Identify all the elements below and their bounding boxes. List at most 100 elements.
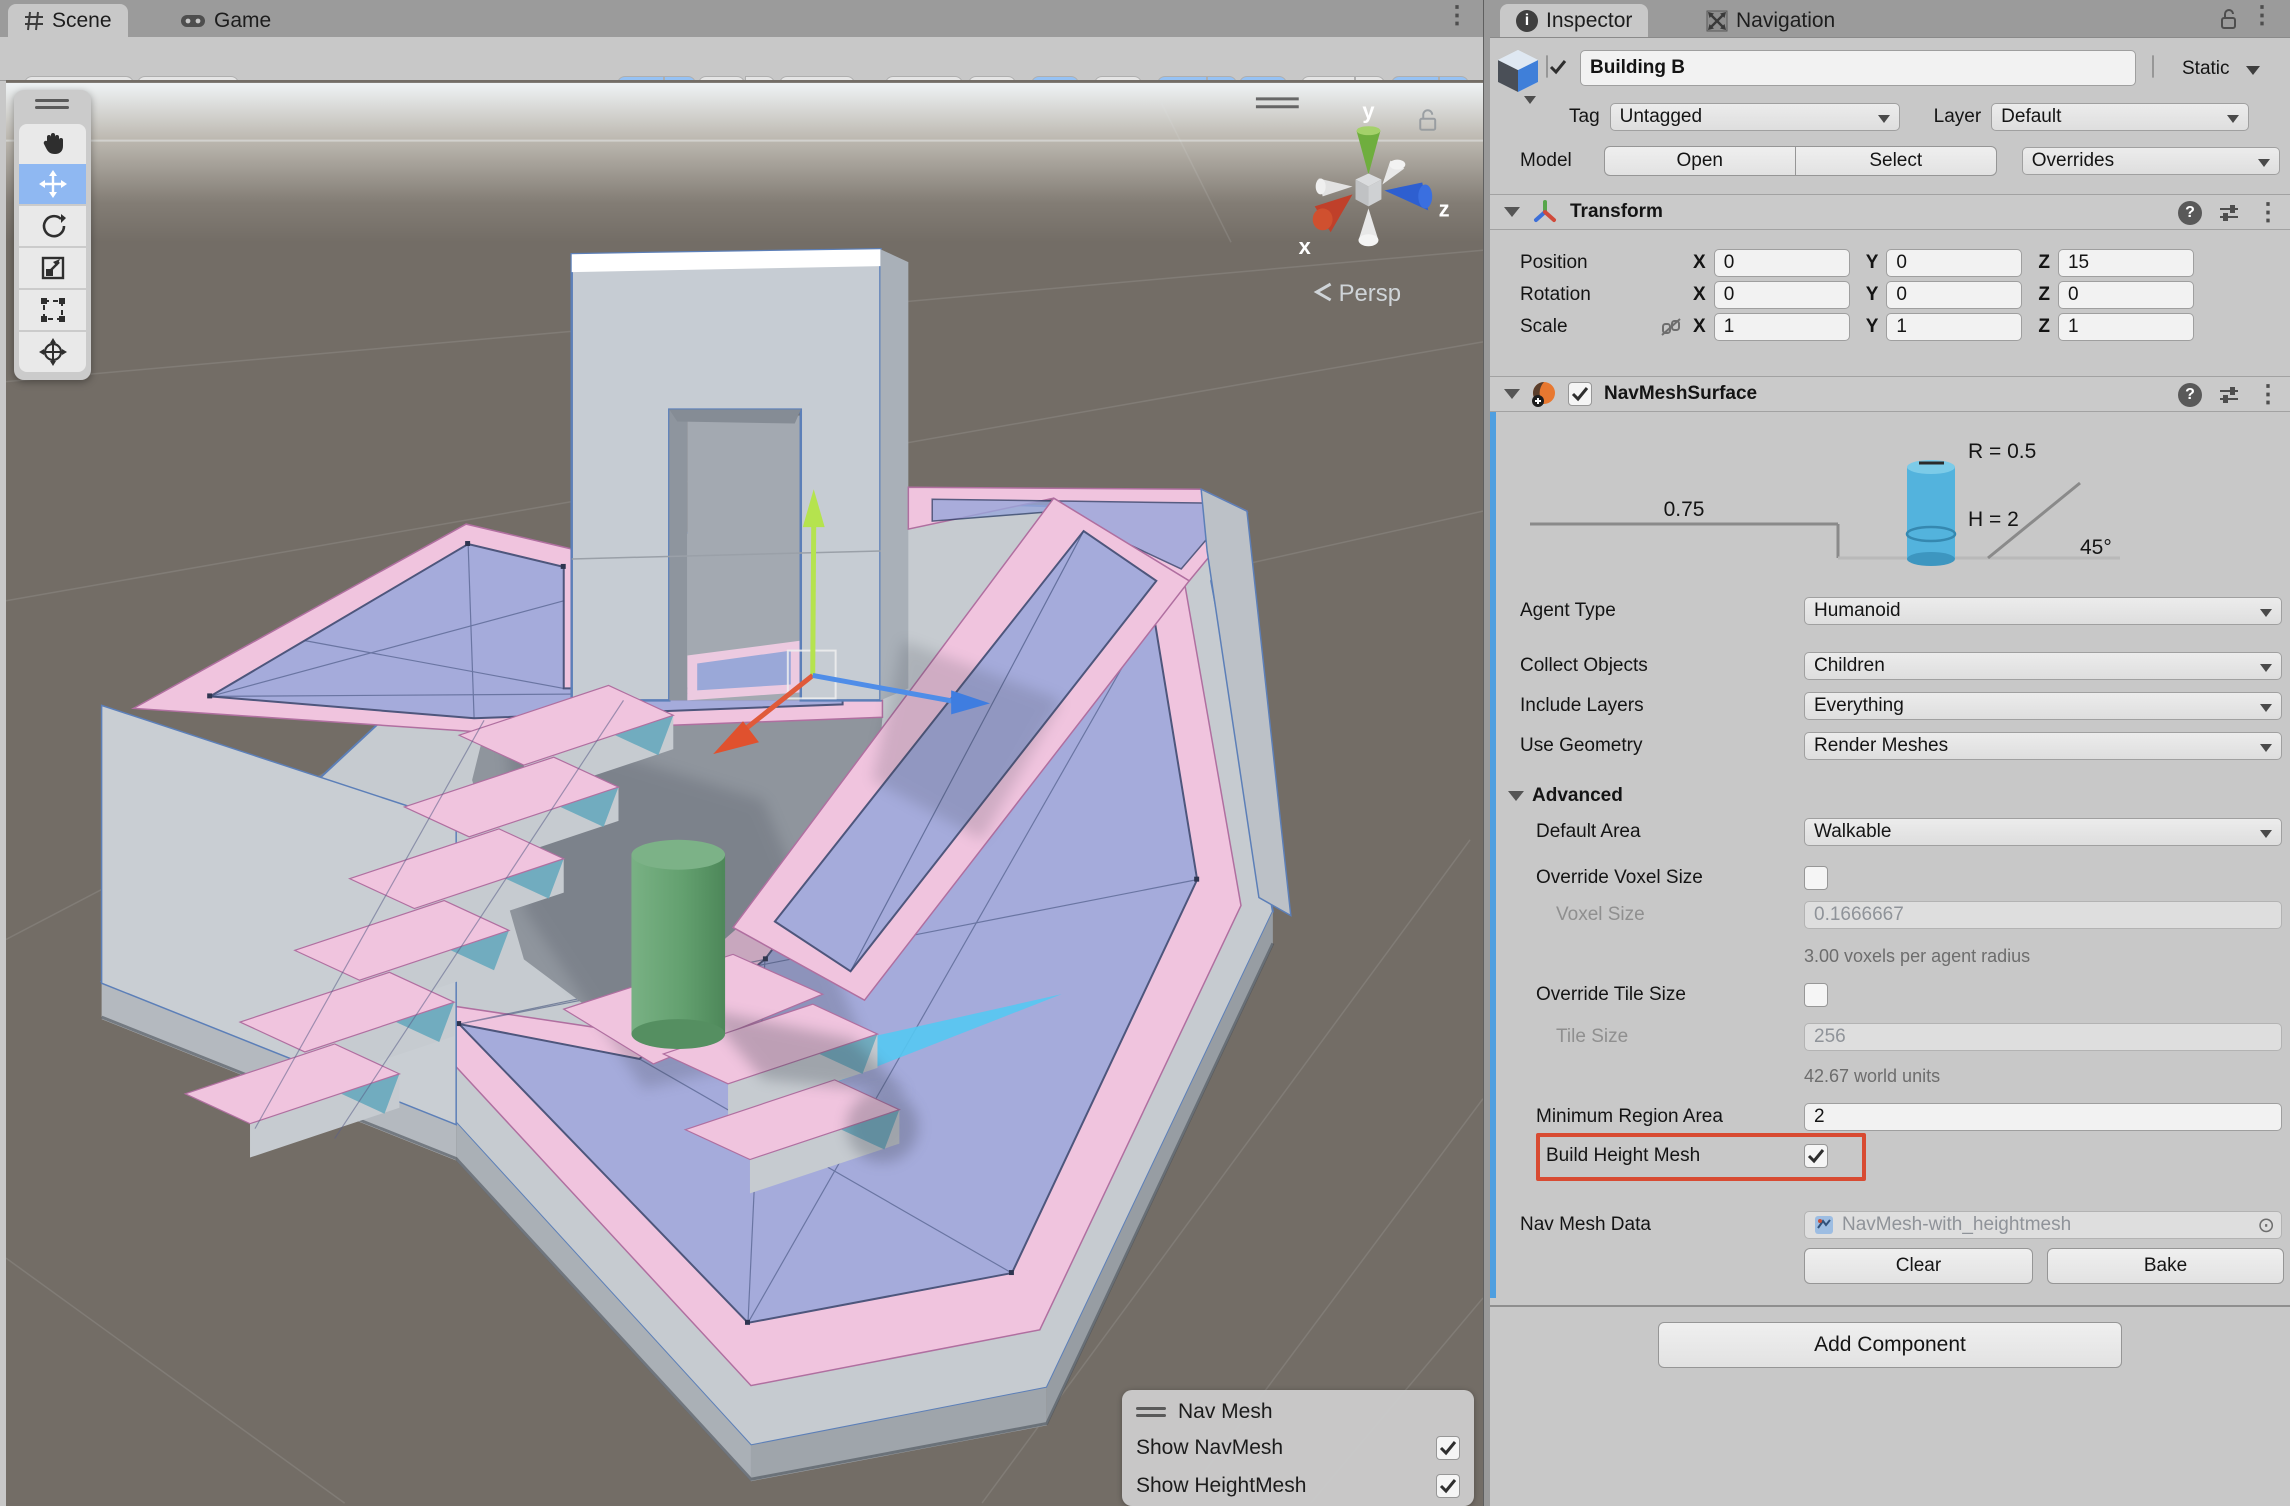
use-geometry-label: Use Geometry	[1520, 735, 1804, 757]
component-selection-bar	[1490, 376, 1496, 1298]
voxel-size-row: Voxel Size 0.1666667	[1556, 901, 2282, 929]
transform-foldout-icon[interactable]	[1504, 207, 1520, 217]
move-tool-button[interactable]	[19, 164, 86, 204]
add-component-button[interactable]: Add Component	[1658, 1322, 2122, 1368]
transform-icon	[39, 338, 67, 366]
axis-x-letter: X	[1693, 316, 1706, 338]
lock-icon[interactable]	[2220, 8, 2238, 30]
navmeshsurface-menu-icon[interactable]: ⋮	[2256, 384, 2280, 406]
prefab-icon[interactable]	[1496, 48, 1540, 104]
scale-tool-button[interactable]	[19, 248, 86, 288]
inspector-menu-icon[interactable]: ⋮	[2250, 5, 2274, 27]
scene-viewport[interactable]: y x z Persp	[6, 80, 1483, 1506]
tab-navigation[interactable]: Navigation	[1690, 4, 1851, 37]
bake-button[interactable]: Bake	[2047, 1248, 2284, 1284]
scale-y-field[interactable]: 1	[1886, 313, 2022, 341]
use-geometry-dropdown[interactable]: Render Meshes	[1804, 732, 2282, 760]
navmesh-data-field[interactable]: NavMesh-with_heightmesh ⊙	[1804, 1211, 2282, 1239]
scene-tabbar: Scene Game ⋮	[0, 0, 1483, 38]
tag-row: Tag Untagged Layer Default	[1569, 103, 2249, 131]
static-checkbox[interactable]	[2152, 55, 2154, 78]
tag-dropdown[interactable]: Untagged	[1610, 103, 1900, 131]
transform-title: Transform	[1570, 201, 1663, 223]
rect-icon	[40, 297, 66, 323]
hand-tool-button[interactable]	[19, 124, 86, 164]
model-label: Model	[1520, 150, 1572, 172]
scale-x-field[interactable]: 1	[1714, 313, 1850, 341]
presets-icon[interactable]	[2218, 384, 2240, 406]
advanced-foldout-icon[interactable]	[1508, 791, 1524, 801]
agent-type-dropdown[interactable]: Humanoid	[1804, 597, 2282, 625]
layer-label: Layer	[1934, 106, 1982, 128]
gameobject-active-checkbox[interactable]	[1546, 55, 1548, 78]
transform-menu-icon[interactable]: ⋮	[2256, 202, 2280, 224]
transform-header[interactable]: Transform ? ⋮	[1490, 194, 2290, 230]
collect-objects-label: Collect Objects	[1520, 655, 1804, 677]
gameobject-name-field[interactable]: Building B	[1580, 50, 2136, 86]
scale-z-field[interactable]: 1	[2058, 313, 2194, 341]
help-icon[interactable]: ?	[2178, 201, 2202, 225]
advanced-foldout[interactable]: Advanced	[1508, 785, 1623, 807]
collect-objects-dropdown[interactable]: Children	[1804, 652, 2282, 680]
axis-z-label[interactable]: z	[1439, 196, 1450, 221]
axis-z-letter: Z	[2038, 252, 2050, 274]
static-label: Static	[2182, 58, 2230, 80]
min-region-field[interactable]: 2	[1804, 1103, 2282, 1131]
rotation-x-field[interactable]: 0	[1714, 281, 1850, 309]
navmeshsurface-icon	[1530, 380, 1558, 408]
scene-menu-icon[interactable]: ⋮	[1445, 5, 1469, 27]
rotation-y-field[interactable]: 0	[1886, 281, 2022, 309]
tool-palette	[14, 90, 91, 380]
include-layers-dropdown[interactable]: Everything	[1804, 692, 2282, 720]
tile-size-label: Tile Size	[1556, 1026, 1804, 1048]
rotation-z-field[interactable]: 0	[2058, 281, 2194, 309]
navmeshsurface-header[interactable]: NavMeshSurface ? ⋮	[1490, 376, 2290, 412]
navmesh-data-label: Nav Mesh Data	[1520, 1214, 1804, 1236]
scene-toolbar: Center Local 2D	[0, 37, 1483, 81]
position-y-field[interactable]: 0	[1886, 249, 2022, 277]
show-navmesh-checkbox[interactable]	[1436, 1436, 1460, 1460]
model-open-button[interactable]: Open	[1604, 146, 1796, 176]
default-area-dropdown[interactable]: Walkable	[1804, 818, 2282, 846]
voxel-size-label: Voxel Size	[1556, 904, 1804, 926]
presets-icon[interactable]	[2218, 202, 2240, 224]
transform-tool-button[interactable]	[19, 332, 86, 372]
tab-game[interactable]: Game	[164, 4, 287, 37]
diagram-radius-label: R = 0.5	[1968, 440, 2036, 463]
tile-size-help: 42.67 world units	[1804, 1066, 1940, 1087]
clear-button[interactable]: Clear	[1804, 1248, 2033, 1284]
diagram-step-label: 0.75	[1664, 498, 1705, 521]
layer-dropdown[interactable]: Default	[1991, 103, 2249, 131]
navmeshsurface-enabled-checkbox[interactable]	[1568, 382, 1592, 406]
tile-size-field[interactable]: 256	[1804, 1023, 2282, 1051]
agent-type-label: Agent Type	[1520, 600, 1804, 622]
overrides-dropdown[interactable]: Overrides	[2022, 147, 2280, 175]
override-voxel-checkbox[interactable]	[1804, 866, 1828, 890]
axis-x-label[interactable]: x	[1299, 234, 1312, 259]
show-heightmesh-checkbox[interactable]	[1436, 1474, 1460, 1498]
navmeshsurface-foldout-icon[interactable]	[1504, 389, 1520, 399]
tab-scene[interactable]: Scene	[8, 4, 128, 37]
position-x-field[interactable]: 0	[1714, 249, 1850, 277]
min-region-label: Minimum Region Area	[1536, 1106, 1804, 1128]
rotate-tool-button[interactable]	[19, 206, 86, 246]
move-icon	[39, 170, 67, 198]
object-picker-icon[interactable]: ⊙	[2257, 1213, 2275, 1238]
help-icon[interactable]: ?	[2178, 383, 2202, 407]
rect-tool-button[interactable]	[19, 290, 86, 330]
scene-3d-render: y x z Persp	[6, 80, 1483, 1506]
axis-y-label[interactable]: y	[1362, 99, 1375, 124]
voxel-size-field[interactable]: 0.1666667	[1804, 901, 2282, 929]
tab-inspector[interactable]: i Inspector	[1500, 4, 1648, 37]
palette-handle[interactable]	[35, 99, 69, 109]
model-select-button[interactable]: Select	[1796, 146, 1997, 176]
constrain-proportions-icon[interactable]	[1660, 316, 1682, 338]
scale-label: Scale	[1520, 316, 1660, 338]
override-tile-checkbox[interactable]	[1804, 983, 1828, 1007]
build-height-checkbox[interactable]	[1804, 1144, 1828, 1168]
gamepad-icon	[180, 12, 206, 30]
navmesh-overlay-header[interactable]: Nav Mesh	[1136, 1398, 1460, 1426]
projection-label[interactable]: Persp	[1339, 280, 1401, 307]
position-z-field[interactable]: 15	[2058, 249, 2194, 277]
static-dropdown-icon[interactable]	[2246, 66, 2260, 75]
